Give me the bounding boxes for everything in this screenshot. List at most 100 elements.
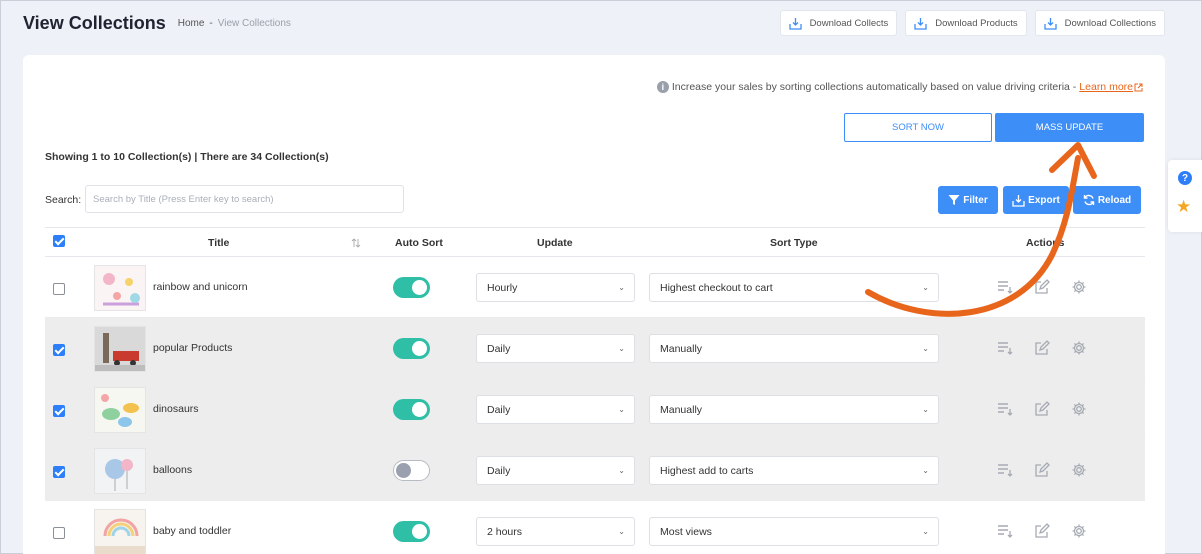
- side-widget: ? ★: [1168, 160, 1202, 232]
- mass-update-button[interactable]: MASS UPDATE: [995, 113, 1144, 142]
- collection-title[interactable]: dinosaurs: [153, 403, 199, 415]
- col-sort-type: Sort Type: [770, 237, 818, 249]
- row-checkbox[interactable]: [53, 466, 65, 478]
- auto-sort-toggle[interactable]: [393, 338, 430, 359]
- update-select[interactable]: Daily ⌄: [476, 456, 635, 485]
- chevron-down-icon: ⌄: [922, 527, 929, 536]
- reload-button[interactable]: Reload: [1073, 186, 1141, 214]
- help-icon[interactable]: ?: [1178, 171, 1192, 185]
- update-select-value: Daily: [487, 403, 511, 416]
- page-header: View Collections Home - View Collections: [23, 0, 291, 46]
- download-icon: [914, 17, 927, 30]
- update-select-value: Hourly: [487, 281, 518, 294]
- edit-icon[interactable]: [1034, 401, 1050, 417]
- table-row: balloons Daily ⌄ Highest add to carts ⌄: [45, 440, 1145, 501]
- page-title: View Collections: [23, 12, 166, 33]
- sort-type-select-value: Manually: [660, 342, 703, 355]
- external-link-icon: [1134, 83, 1143, 91]
- sort-type-select-value: Highest add to carts: [660, 464, 754, 477]
- sort-type-select[interactable]: Highest add to carts ⌄: [649, 456, 939, 485]
- edit-icon[interactable]: [1034, 340, 1050, 356]
- col-update: Update: [537, 237, 573, 249]
- update-select-value: Daily: [487, 464, 511, 477]
- collection-thumbnail: [94, 448, 146, 494]
- sort-type-select[interactable]: Highest checkout to cart ⌄: [649, 273, 939, 302]
- table-row: rainbow and unicorn Hourly ⌄ Highest checko…: [45, 257, 1145, 318]
- info-banner: i Increase your sales by sorting collect…: [656, 81, 1143, 93]
- col-auto-sort: Auto Sort: [395, 237, 443, 249]
- reorder-icon[interactable]: [997, 462, 1013, 478]
- breadcrumb-separator: -: [209, 17, 213, 29]
- chevron-down-icon: ⌄: [922, 344, 929, 353]
- collection-title[interactable]: baby and toddler: [153, 525, 231, 537]
- update-select[interactable]: Daily ⌄: [476, 395, 635, 424]
- collections-table: Title Auto Sort Update Sort Type Actions…: [45, 227, 1145, 554]
- breadcrumb-home[interactable]: Home: [178, 18, 205, 29]
- download-products-label: Download Products: [935, 17, 1018, 29]
- collections-card: i Increase your sales by sorting collect…: [23, 55, 1165, 554]
- chevron-down-icon: ⌄: [618, 527, 625, 536]
- sort-type-select[interactable]: Manually ⌄: [649, 334, 939, 363]
- update-select[interactable]: 2 hours ⌄: [476, 517, 635, 546]
- chevron-down-icon: ⌄: [618, 283, 625, 292]
- export-button[interactable]: Export: [1003, 186, 1069, 214]
- info-icon: i: [656, 81, 669, 93]
- chevron-down-icon: ⌄: [922, 466, 929, 475]
- chevron-down-icon: ⌄: [618, 466, 625, 475]
- sort-type-select-value: Manually: [660, 403, 703, 416]
- filter-button[interactable]: Filter: [938, 186, 998, 214]
- search-input[interactable]: [85, 185, 404, 213]
- reorder-icon[interactable]: [997, 340, 1013, 356]
- update-select[interactable]: Hourly ⌄: [476, 273, 635, 302]
- col-title: Title: [208, 237, 230, 249]
- download-collections-button[interactable]: Download Collections: [1034, 10, 1165, 36]
- collection-thumbnail: [94, 509, 146, 554]
- settings-gear-icon[interactable]: [1071, 340, 1087, 356]
- col-actions: Actions: [1026, 237, 1065, 249]
- collection-thumbnail: [94, 387, 146, 433]
- collection-title[interactable]: balloons: [153, 464, 192, 476]
- row-checkbox[interactable]: [53, 527, 65, 539]
- row-checkbox[interactable]: [53, 283, 65, 295]
- table-header: Title Auto Sort Update Sort Type Actions: [45, 227, 1145, 257]
- learn-more-link[interactable]: Learn more: [1079, 81, 1133, 93]
- collection-title[interactable]: popular Products: [153, 342, 232, 354]
- select-all-checkbox[interactable]: [53, 235, 65, 247]
- auto-sort-toggle[interactable]: [393, 460, 430, 481]
- update-select[interactable]: Daily ⌄: [476, 334, 635, 363]
- download-collections-label: Download Collections: [1064, 17, 1156, 29]
- info-text: Increase your sales by sorting collectio…: [671, 81, 1077, 93]
- auto-sort-toggle[interactable]: [393, 399, 430, 420]
- row-checkbox[interactable]: [53, 344, 65, 356]
- table-body: rainbow and unicorn Hourly ⌄ Highest checko…: [45, 257, 1145, 554]
- collection-title[interactable]: rainbow and unicorn: [153, 281, 248, 293]
- download-products-button[interactable]: Download Products: [905, 10, 1027, 36]
- edit-icon[interactable]: [1034, 523, 1050, 539]
- sort-arrows-icon[interactable]: [351, 238, 361, 248]
- search-label: Search:: [45, 194, 82, 206]
- edit-icon[interactable]: [1034, 462, 1050, 478]
- settings-gear-icon[interactable]: [1071, 462, 1087, 478]
- sort-type-select[interactable]: Manually ⌄: [649, 395, 939, 424]
- breadcrumb: Home - View Collections: [178, 18, 291, 29]
- sort-now-button[interactable]: SORT NOW: [844, 113, 992, 142]
- settings-gear-icon[interactable]: [1071, 523, 1087, 539]
- reorder-icon[interactable]: [997, 279, 1013, 295]
- download-collects-button[interactable]: Download Collects: [779, 10, 898, 36]
- reload-icon: [1083, 194, 1095, 206]
- chevron-down-icon: ⌄: [618, 405, 625, 414]
- star-icon[interactable]: ★: [1176, 198, 1191, 215]
- row-checkbox[interactable]: [53, 405, 65, 417]
- reorder-icon[interactable]: [997, 401, 1013, 417]
- settings-gear-icon[interactable]: [1071, 401, 1087, 417]
- edit-icon[interactable]: [1034, 279, 1050, 295]
- sort-type-select[interactable]: Most views ⌄: [649, 517, 939, 546]
- table-row: popular Products Daily ⌄ Manually ⌄: [45, 318, 1145, 379]
- settings-gear-icon[interactable]: [1071, 279, 1087, 295]
- update-select-value: 2 hours: [487, 525, 523, 538]
- export-icon: [1012, 194, 1025, 207]
- auto-sort-toggle[interactable]: [393, 521, 430, 542]
- chevron-down-icon: ⌄: [618, 344, 625, 353]
- auto-sort-toggle[interactable]: [393, 277, 430, 298]
- reorder-icon[interactable]: [997, 523, 1013, 539]
